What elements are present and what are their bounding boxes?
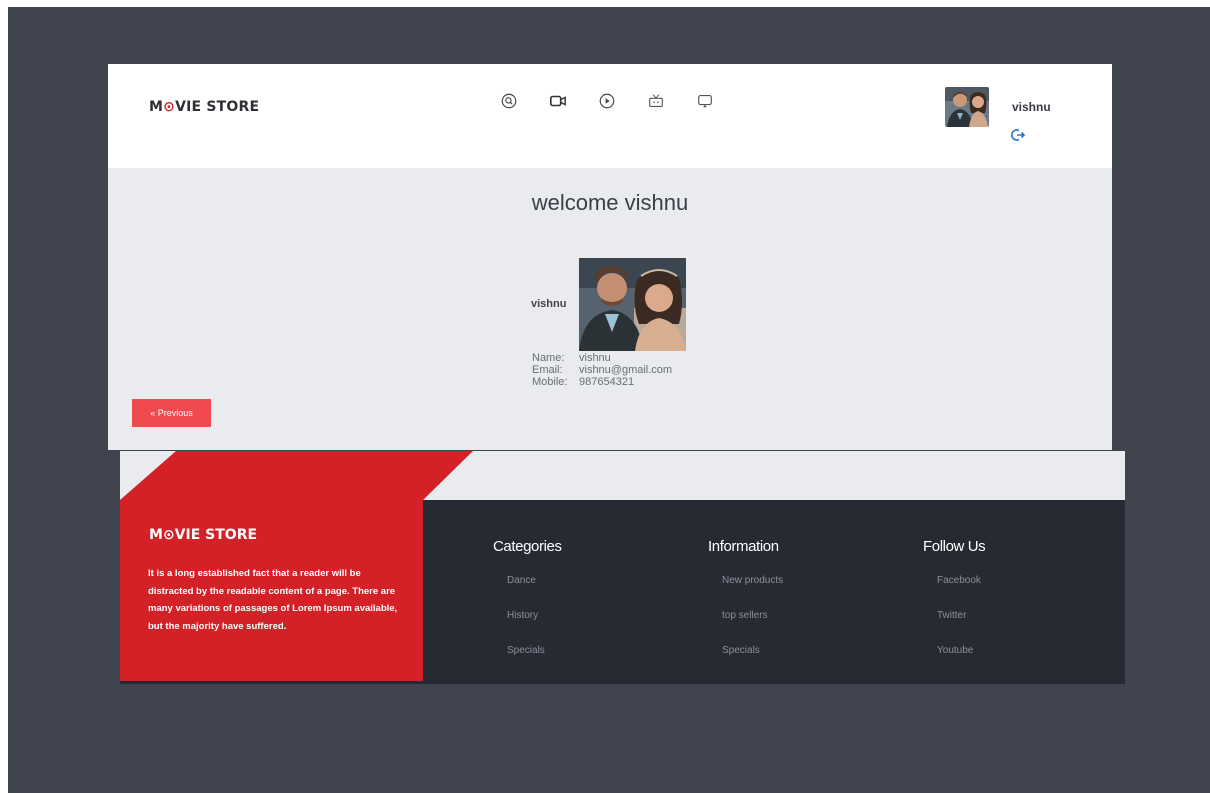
video-camera-icon[interactable] xyxy=(533,90,582,112)
header-bar: M⊙VIE STORE vishnu xyxy=(108,64,1112,168)
welcome-heading: welcome vishnu xyxy=(531,190,689,215)
footer-link[interactable]: Facebook xyxy=(937,575,985,610)
detail-row-email: Email: vishnu@gmail.com xyxy=(532,364,672,376)
footer-link[interactable]: Specials xyxy=(722,645,783,680)
detail-key: Name: xyxy=(532,352,565,364)
nav-icons xyxy=(484,90,729,112)
detail-value: vishnu xyxy=(579,352,611,364)
footer-link[interactable]: Dance xyxy=(507,575,562,610)
detail-key: Email: xyxy=(532,364,563,376)
detail-row-mobile: Mobile: 987654321 xyxy=(532,376,672,388)
logo-letter: M xyxy=(149,527,163,543)
cast-icon[interactable] xyxy=(680,90,729,112)
detail-value: vishnu@gmail.com xyxy=(579,364,673,376)
footer-column-categories: Categories Dance History Specials xyxy=(493,538,562,680)
profile-panel: welcome vishnu vishnu Name: vishnu Email… xyxy=(108,168,1112,450)
play-icon[interactable] xyxy=(582,90,631,112)
footer-link[interactable]: top sellers xyxy=(722,610,783,645)
user-avatar[interactable] xyxy=(945,87,989,127)
detail-key: Mobile: xyxy=(532,376,568,388)
footer-column-title: Follow Us xyxy=(923,538,986,555)
previous-button[interactable]: « Previous xyxy=(132,399,211,427)
footer-column-title: Categories xyxy=(493,538,562,555)
footer-logo[interactable]: M⊙VIE STORE xyxy=(149,527,257,543)
footer-about-text: It is a long established fact that a rea… xyxy=(148,568,398,632)
footer-link[interactable]: History xyxy=(507,610,562,645)
footer-column-information: Information New products top sellers Spe… xyxy=(708,538,783,680)
logo-letter: M xyxy=(149,99,164,115)
footer-link[interactable]: Specials xyxy=(507,645,562,680)
logo-o-icon: ⊙ xyxy=(163,99,176,115)
site-logo[interactable]: M⊙VIE STORE xyxy=(149,99,259,115)
tv-icon[interactable] xyxy=(631,90,680,112)
header-username: vishnu xyxy=(1012,100,1051,114)
footer-link[interactable]: Twitter xyxy=(937,610,985,645)
detail-row-name: Name: vishnu xyxy=(532,352,672,364)
footer-column-follow-us: Follow Us Facebook Twitter Youtube xyxy=(923,538,986,680)
profile-username-label: vishnu xyxy=(531,298,567,310)
profile-photo xyxy=(579,258,686,351)
footer-column-title: Information xyxy=(708,538,779,555)
footer-link[interactable]: New products xyxy=(722,575,783,610)
profile-details: Name: vishnu Email: vishnu@gmail.com Mob… xyxy=(532,352,672,388)
logo-text: VIE STORE xyxy=(175,99,260,115)
logo-text: VIE STORE xyxy=(174,527,258,543)
logo-o-icon: ⊙ xyxy=(162,527,175,543)
detail-value: 987654321 xyxy=(579,376,635,388)
logout-icon[interactable] xyxy=(1010,127,1026,143)
search-icon[interactable] xyxy=(484,90,533,112)
footer-link[interactable]: Youtube xyxy=(937,645,985,680)
